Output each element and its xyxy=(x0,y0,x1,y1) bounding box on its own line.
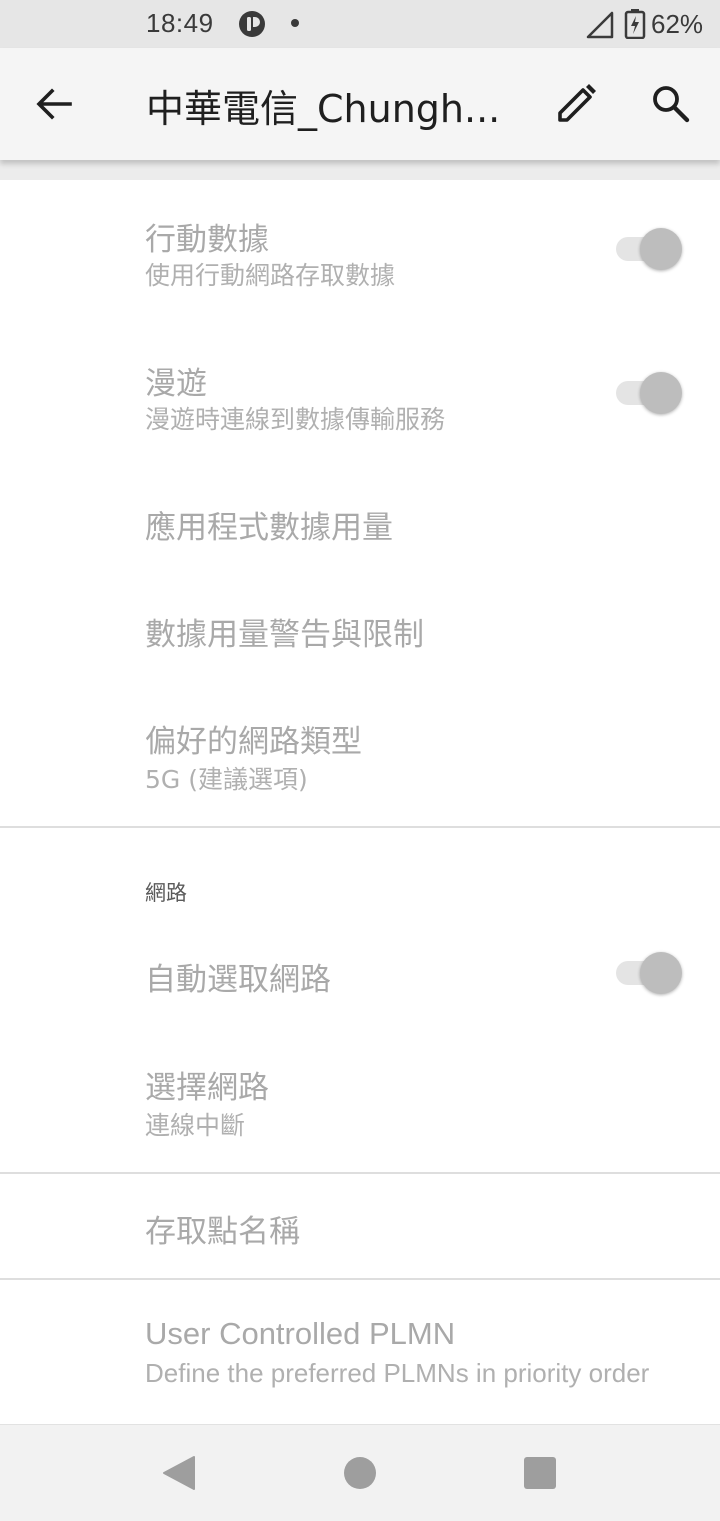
setting-preferred-network[interactable]: 偏好的網路類型 5G (建議選項) xyxy=(0,684,720,824)
setting-title: 存取點名稱 xyxy=(145,1214,300,1250)
divider xyxy=(0,826,720,828)
section-header-network: 網路 xyxy=(145,881,187,905)
toggle-thumb xyxy=(640,228,682,270)
status-bar: 18:49 62% xyxy=(0,0,720,48)
setting-roaming[interactable]: 漫遊 漫遊時連線到數據傳輸服務 xyxy=(0,325,720,465)
setting-title: User Controlled PLMN xyxy=(145,1316,456,1351)
setting-title: 漫遊 xyxy=(145,366,207,402)
setting-subtitle: 漫遊時連線到數據傳輸服務 xyxy=(145,405,446,434)
toggle-thumb xyxy=(640,372,682,414)
battery-percent: 62% xyxy=(651,9,704,39)
roaming-toggle[interactable] xyxy=(616,371,682,415)
setting-subtitle: Define the preferred PLMNs in priority o… xyxy=(145,1358,650,1388)
app-bar: 中華電信_Chungh... xyxy=(0,48,720,160)
back-arrow-icon[interactable] xyxy=(30,80,78,128)
toggle-thumb xyxy=(640,952,682,994)
setting-app-data-usage[interactable]: 應用程式數據用量 xyxy=(0,470,720,575)
setting-subtitle: 使用行動網路存取數據 xyxy=(145,261,396,290)
mobile-data-toggle[interactable] xyxy=(616,227,682,271)
setting-choose-network[interactable]: 選擇網路 連線中斷 xyxy=(0,1030,720,1170)
setting-access-point-names[interactable]: 存取點名稱 xyxy=(0,1174,720,1278)
setting-title: 數據用量警告與限制 xyxy=(145,617,424,653)
setting-subtitle: 連線中斷 xyxy=(145,1111,246,1140)
setting-subtitle: 5G (建議選項) xyxy=(145,765,308,794)
status-time: 18:49 xyxy=(146,8,214,38)
page-title: 中華電信_Chungh... xyxy=(146,87,501,131)
setting-title: 偏好的網路類型 xyxy=(145,724,362,760)
setting-user-controlled-plmn[interactable]: User Controlled PLMN Define the preferre… xyxy=(0,1280,720,1422)
edit-pencil-icon[interactable] xyxy=(550,78,602,130)
auto-select-toggle[interactable] xyxy=(616,951,682,995)
signal-icon xyxy=(586,11,614,39)
nav-recents-icon[interactable] xyxy=(524,1457,556,1489)
setting-title: 自動選取網路 xyxy=(145,962,331,998)
setting-mobile-data[interactable]: 行動數據 使用行動網路存取數據 xyxy=(0,180,720,320)
dot-icon xyxy=(291,19,299,27)
battery-charging-icon xyxy=(624,9,646,39)
navigation-bar xyxy=(0,1424,720,1521)
nav-home-icon[interactable] xyxy=(344,1457,376,1489)
search-icon[interactable] xyxy=(645,78,697,130)
setting-title: 選擇網路 xyxy=(145,1070,269,1106)
nav-back-icon[interactable] xyxy=(160,1455,196,1491)
content-gap xyxy=(0,160,720,180)
setting-title: 行動數據 xyxy=(145,222,269,258)
notification-app-icon xyxy=(239,11,265,37)
setting-auto-select-network[interactable]: 自動選取網路 xyxy=(0,920,720,1028)
setting-title: 應用程式數據用量 xyxy=(145,510,393,546)
setting-data-warning[interactable]: 數據用量警告與限制 xyxy=(0,577,720,682)
